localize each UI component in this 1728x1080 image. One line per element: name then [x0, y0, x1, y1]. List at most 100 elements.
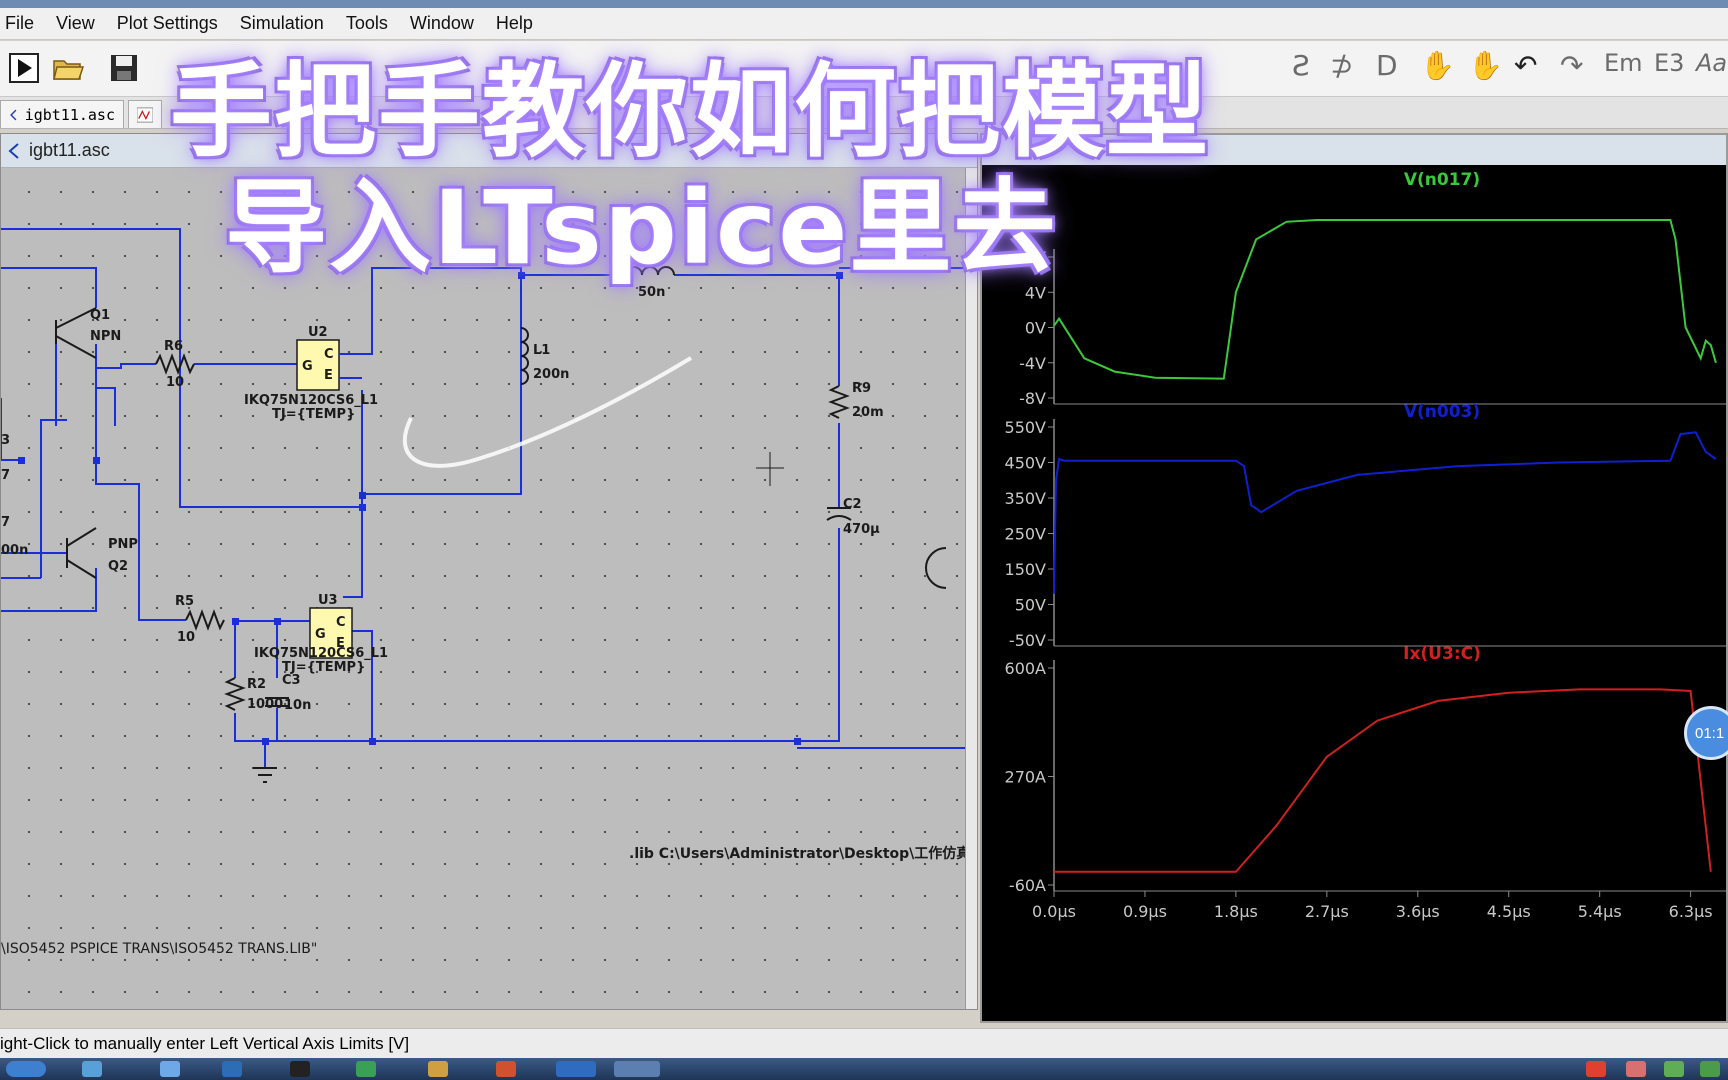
run-icon	[9, 53, 39, 83]
waveform-icon	[137, 106, 153, 123]
hand2-icon[interactable]: ✋	[1468, 49, 1503, 82]
font-icon[interactable]: Aa	[1696, 49, 1727, 77]
c2-value: 470μ	[843, 522, 880, 537]
toolbar: Ƨ ⊅ D ✋ ✋ ↶ ↷ Em E3 Aa	[0, 41, 1728, 97]
menu-help[interactable]: Help	[485, 13, 544, 34]
waveform-window: 8V 4V 0V -4V -8V V(n017) 550V 450V 350V 250V 150V 5…	[980, 133, 1728, 1023]
diode-icon[interactable]: ⊅	[1330, 49, 1353, 82]
trace-label: V(n003)	[1404, 402, 1480, 422]
menu-plot-settings[interactable]: Plot Settings	[106, 13, 229, 34]
taskbar-app-icon[interactable]	[160, 1061, 180, 1077]
schematic-drawing: G C E G C E Q1 NPN PNP Q2 R6 10 U2 IKQ75…	[1, 228, 967, 957]
left-fragment-c: 7	[1, 515, 10, 530]
tray-icon[interactable]	[1700, 1061, 1720, 1077]
document-tab-bar: igbt11.asc	[0, 97, 1728, 129]
hand-icon[interactable]: ✋	[1420, 49, 1455, 82]
r6-symbol	[155, 353, 195, 375]
y-tick-label: 150V	[1005, 560, 1047, 579]
r9-name: R9	[852, 381, 871, 396]
y-tick-label: 50V	[1015, 596, 1046, 615]
menu-tools[interactable]: Tools	[335, 13, 399, 34]
schematic-canvas[interactable]: G C E G C E Q1 NPN PNP Q2 R6 10 U2 IKQ75…	[1, 168, 967, 1009]
redo-icon[interactable]: ↷	[1560, 49, 1583, 82]
menu-view[interactable]: View	[45, 13, 106, 34]
r5-value: 10	[177, 630, 195, 645]
r6-name: R6	[164, 339, 183, 354]
spice-directive-icon[interactable]: E3	[1654, 49, 1684, 77]
r9-value: 20m	[852, 405, 884, 420]
taskbar-app-icon[interactable]	[496, 1061, 516, 1077]
x-tick-label: 3.6μs	[1396, 902, 1440, 921]
schematic-icon	[10, 109, 17, 120]
y-tick-label: 550V	[1005, 418, 1047, 437]
trace-ix-u3-c-	[1054, 688, 1712, 873]
run-button[interactable]	[4, 48, 44, 88]
status-text: ight-Click to manually enter Left Vertic…	[0, 1033, 410, 1053]
y-tick-label: 600A	[1005, 659, 1047, 678]
l1-symbol	[520, 327, 529, 385]
tab-igbt11-asc[interactable]: igbt11.asc	[0, 100, 124, 128]
taskbar-app-icon[interactable]	[82, 1061, 102, 1077]
u3-name: U3	[318, 593, 338, 608]
left-fragment-a: 3	[1, 433, 10, 448]
r5-symbol	[185, 609, 225, 631]
r6-value: 10	[166, 375, 184, 390]
window-title-bar	[0, 0, 1728, 8]
lib-path-bottom: \ISO5452 PSPICE TRANS\ISO5452 TRANS.LIB"	[1, 941, 317, 957]
folder-open-icon	[53, 60, 85, 80]
tray-icon[interactable]	[1664, 1061, 1684, 1077]
y-tick-label: 450V	[1005, 454, 1047, 473]
schematic-scrollbar[interactable]	[965, 168, 977, 1009]
u2-name: U2	[308, 325, 328, 340]
status-bar: ight-Click to manually enter Left Vertic…	[0, 1028, 1728, 1058]
schematic-window-title: igbt11.asc	[29, 140, 110, 160]
u2-pin-e: E	[324, 368, 333, 383]
ground-symbol	[253, 767, 277, 783]
taskbar-app-icon[interactable]	[428, 1061, 448, 1077]
start-button[interactable]	[6, 1061, 46, 1077]
menu-window[interactable]: Window	[399, 13, 485, 34]
u3-model: IKQ75N120CS6_L1	[254, 646, 388, 661]
trace-label: V(n017)	[1404, 170, 1480, 190]
x-tick-label: 0.9μs	[1123, 902, 1167, 921]
lib-directive[interactable]: .lib C:\Users\Administrator\Desktop\工作仿真	[629, 845, 967, 862]
u2-pin-g: G	[302, 359, 313, 374]
menu-bar: File View Plot Settings Simulation Tools…	[0, 8, 1728, 40]
menu-simulation[interactable]: Simulation	[229, 13, 335, 34]
waveform-title-bar	[982, 135, 1726, 165]
tray-icon[interactable]	[1626, 1061, 1646, 1077]
taskbar-app-icon[interactable]	[290, 1061, 310, 1077]
tray-icon[interactable]	[1586, 1061, 1606, 1077]
text-icon[interactable]: Em	[1604, 49, 1643, 77]
left-fragment-b: 7	[1, 468, 10, 483]
r5-name: R5	[175, 594, 194, 609]
u3-pin-c: C	[336, 615, 346, 630]
l2-value: 50n	[638, 285, 665, 300]
save-button[interactable]	[104, 48, 144, 88]
tab-plot[interactable]	[128, 100, 162, 128]
y-tick-label: 250V	[1005, 525, 1047, 544]
c3-value: 10n	[284, 698, 311, 713]
taskbar-app-icon[interactable]	[356, 1061, 376, 1077]
tab-label: igbt11.asc	[24, 105, 115, 124]
taskbar-app-icon[interactable]	[222, 1061, 242, 1077]
open-button[interactable]	[48, 48, 88, 88]
waveform-plot[interactable]: 8V 4V 0V -4V -8V V(n017) 550V 450V 350V 250V 150V 5…	[982, 165, 1726, 1021]
taskbar-ltspice-icon[interactable]	[614, 1061, 660, 1077]
menu-file[interactable]: File	[0, 13, 45, 34]
q2-symbol	[66, 527, 97, 579]
l2-name: L2	[642, 254, 659, 269]
l1-name: L1	[533, 343, 550, 358]
x-tick-label: 4.5μs	[1487, 902, 1531, 921]
q1-name: Q1	[90, 308, 110, 323]
taskbar-app-icon[interactable]	[556, 1061, 596, 1077]
gate-icon[interactable]: D	[1376, 49, 1398, 82]
r9-symbol	[828, 385, 850, 419]
save-icon	[111, 55, 137, 81]
c3-name: C3	[282, 673, 301, 688]
undo-icon[interactable]: ↶	[1514, 49, 1537, 82]
y-tick-label: -60A	[1009, 876, 1046, 895]
r2-name: R2	[247, 677, 266, 692]
wire-icon[interactable]: Ƨ	[1292, 49, 1310, 82]
u2-param: TJ={TEMP}	[272, 407, 355, 422]
